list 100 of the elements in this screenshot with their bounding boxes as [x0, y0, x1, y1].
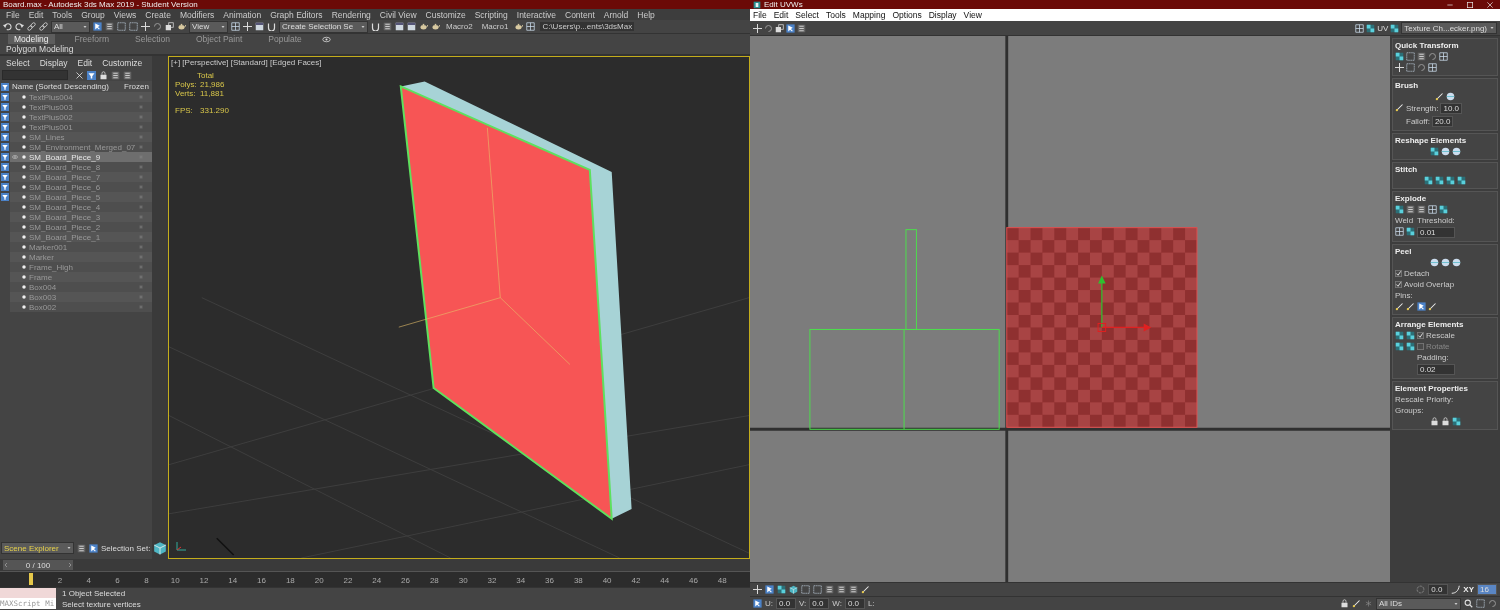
checker-icon[interactable]: [1429, 147, 1439, 156]
search-icon[interactable]: [1464, 599, 1473, 608]
list-icon[interactable]: [123, 70, 132, 80]
lock-icon[interactable]: [1440, 417, 1450, 426]
ribbon-tab[interactable]: Freeform: [68, 34, 115, 44]
menu-item[interactable]: Graph Editors: [270, 9, 323, 20]
menu-item[interactable]: Select: [795, 10, 819, 20]
checkbox[interactable]: [1417, 332, 1424, 339]
menu-item[interactable]: Edit: [77, 57, 93, 68]
menu-item[interactable]: Tools: [826, 10, 846, 20]
move-icon[interactable]: [753, 585, 762, 594]
time-slider-thumb[interactable]: 0 / 100: [3, 560, 73, 570]
brush-icon[interactable]: [1428, 302, 1437, 311]
move-icon[interactable]: [1395, 63, 1404, 72]
menu-item[interactable]: Mapping: [852, 10, 886, 20]
brush-icon[interactable]: [1395, 103, 1404, 112]
grid-icon[interactable]: [1428, 205, 1437, 214]
menu-item[interactable]: Tools: [52, 9, 73, 20]
menu-item[interactable]: Customize: [102, 57, 143, 68]
search-field[interactable]: [2, 70, 68, 80]
scene-object-row[interactable]: SM_Board_Piece_9: [10, 152, 152, 162]
menu-item[interactable]: Scripting: [474, 9, 508, 20]
lock-icon[interactable]: [99, 70, 108, 80]
menu-item[interactable]: Display: [928, 10, 957, 20]
brush-icon[interactable]: [1395, 302, 1404, 311]
time-slider-track[interactable]: 0 / 100: [0, 559, 750, 571]
close-icon[interactable]: [75, 70, 84, 80]
checker-icon[interactable]: [1395, 342, 1404, 351]
list-icon[interactable]: [105, 22, 114, 31]
menu-item[interactable]: Help: [637, 9, 655, 20]
checker-icon[interactable]: [1451, 417, 1461, 426]
checker-icon[interactable]: [1406, 331, 1415, 340]
list-icon[interactable]: [825, 585, 834, 594]
menu-item[interactable]: Edit: [773, 10, 789, 20]
brush-icon[interactable]: [1352, 599, 1361, 608]
menu-item[interactable]: File: [6, 9, 20, 20]
grid-icon[interactable]: [1428, 63, 1437, 72]
explorer-dropdown[interactable]: Scene Explorer: [1, 542, 74, 554]
checker-icon[interactable]: [1395, 331, 1404, 340]
grid-icon[interactable]: [231, 22, 240, 31]
cube-icon[interactable]: [153, 540, 167, 556]
checker-icon[interactable]: [1424, 176, 1433, 185]
viewport-label[interactable]: [+] [Perspective] [Standard] [Edged Faces]: [171, 58, 322, 67]
move-icon[interactable]: [753, 23, 762, 33]
list-icon[interactable]: [837, 585, 846, 594]
named-selection-dropdown[interactable]: Create Selection Se: [279, 20, 368, 33]
falloff-field[interactable]: 20.0: [1431, 116, 1454, 127]
pointer-icon[interactable]: [753, 599, 762, 608]
checker-icon[interactable]: [777, 585, 786, 594]
brush-icon[interactable]: [861, 585, 870, 594]
ids-dropdown[interactable]: All IDs: [1376, 597, 1461, 610]
menu-item[interactable]: File: [753, 10, 767, 20]
selection-rectangle-icon[interactable]: [1476, 599, 1485, 608]
column-header[interactable]: Name (Sorted Descending): [10, 82, 124, 91]
redo-icon[interactable]: [15, 22, 24, 31]
close-icon[interactable]: [1486, 0, 1494, 9]
reference-coordinate-dropdown[interactable]: View: [189, 20, 228, 33]
menu-item[interactable]: Content: [565, 9, 595, 20]
list-icon[interactable]: [1417, 205, 1426, 214]
eye-icon[interactable]: [321, 34, 331, 44]
section-header[interactable]: Peel: [1395, 247, 1495, 256]
checker-icon[interactable]: [1395, 52, 1404, 61]
ribbon-tab[interactable]: Modeling: [8, 34, 55, 44]
section-header[interactable]: Brush: [1395, 81, 1495, 90]
list-icon[interactable]: [383, 22, 392, 31]
sphere-icon[interactable]: [1446, 92, 1455, 101]
list-icon[interactable]: [1417, 52, 1426, 61]
menu-item[interactable]: Rendering: [331, 9, 371, 20]
teapot-icon[interactable]: [177, 22, 186, 31]
coordinate-field[interactable]: 0.0: [809, 598, 830, 609]
grid-icon[interactable]: [526, 22, 536, 31]
checker-icon[interactable]: [1395, 205, 1404, 214]
pointer-icon[interactable]: [786, 23, 795, 33]
curve-icon[interactable]: [1451, 585, 1461, 594]
menu-item[interactable]: Interactive: [516, 9, 556, 20]
rotate-icon[interactable]: [153, 22, 162, 31]
scale-icon[interactable]: [775, 23, 784, 33]
lock-icon[interactable]: [1340, 599, 1349, 608]
sphere-icon[interactable]: [1429, 258, 1439, 267]
angle-field[interactable]: 0.0: [1428, 584, 1449, 595]
menu-item[interactable]: Animation: [223, 9, 262, 20]
checker-icon[interactable]: [1390, 23, 1400, 33]
filter-icon[interactable]: [87, 70, 96, 80]
move-icon[interactable]: [243, 22, 252, 31]
coordinate-field[interactable]: 0.0: [844, 598, 865, 609]
grid-icon[interactable]: [1355, 23, 1365, 33]
list-icon[interactable]: [77, 543, 86, 553]
checkbox[interactable]: [1395, 281, 1402, 288]
section-header[interactable]: Explode: [1395, 194, 1495, 203]
listener-field[interactable]: [0, 588, 56, 598]
window-icon[interactable]: [255, 22, 264, 31]
teapot-icon[interactable]: [419, 22, 428, 31]
menu-item[interactable]: Select: [6, 57, 30, 68]
project-path-field[interactable]: C:\Users\p...ents\3dsMax: [540, 22, 635, 31]
ribbon-tab[interactable]: Populate: [262, 34, 308, 44]
list-icon[interactable]: [1406, 205, 1415, 214]
section-header[interactable]: Arrange Elements: [1395, 320, 1495, 329]
menu-item[interactable]: Civil View: [379, 9, 417, 20]
checker-icon[interactable]: [1366, 23, 1376, 33]
pointer-icon[interactable]: [1417, 302, 1426, 311]
